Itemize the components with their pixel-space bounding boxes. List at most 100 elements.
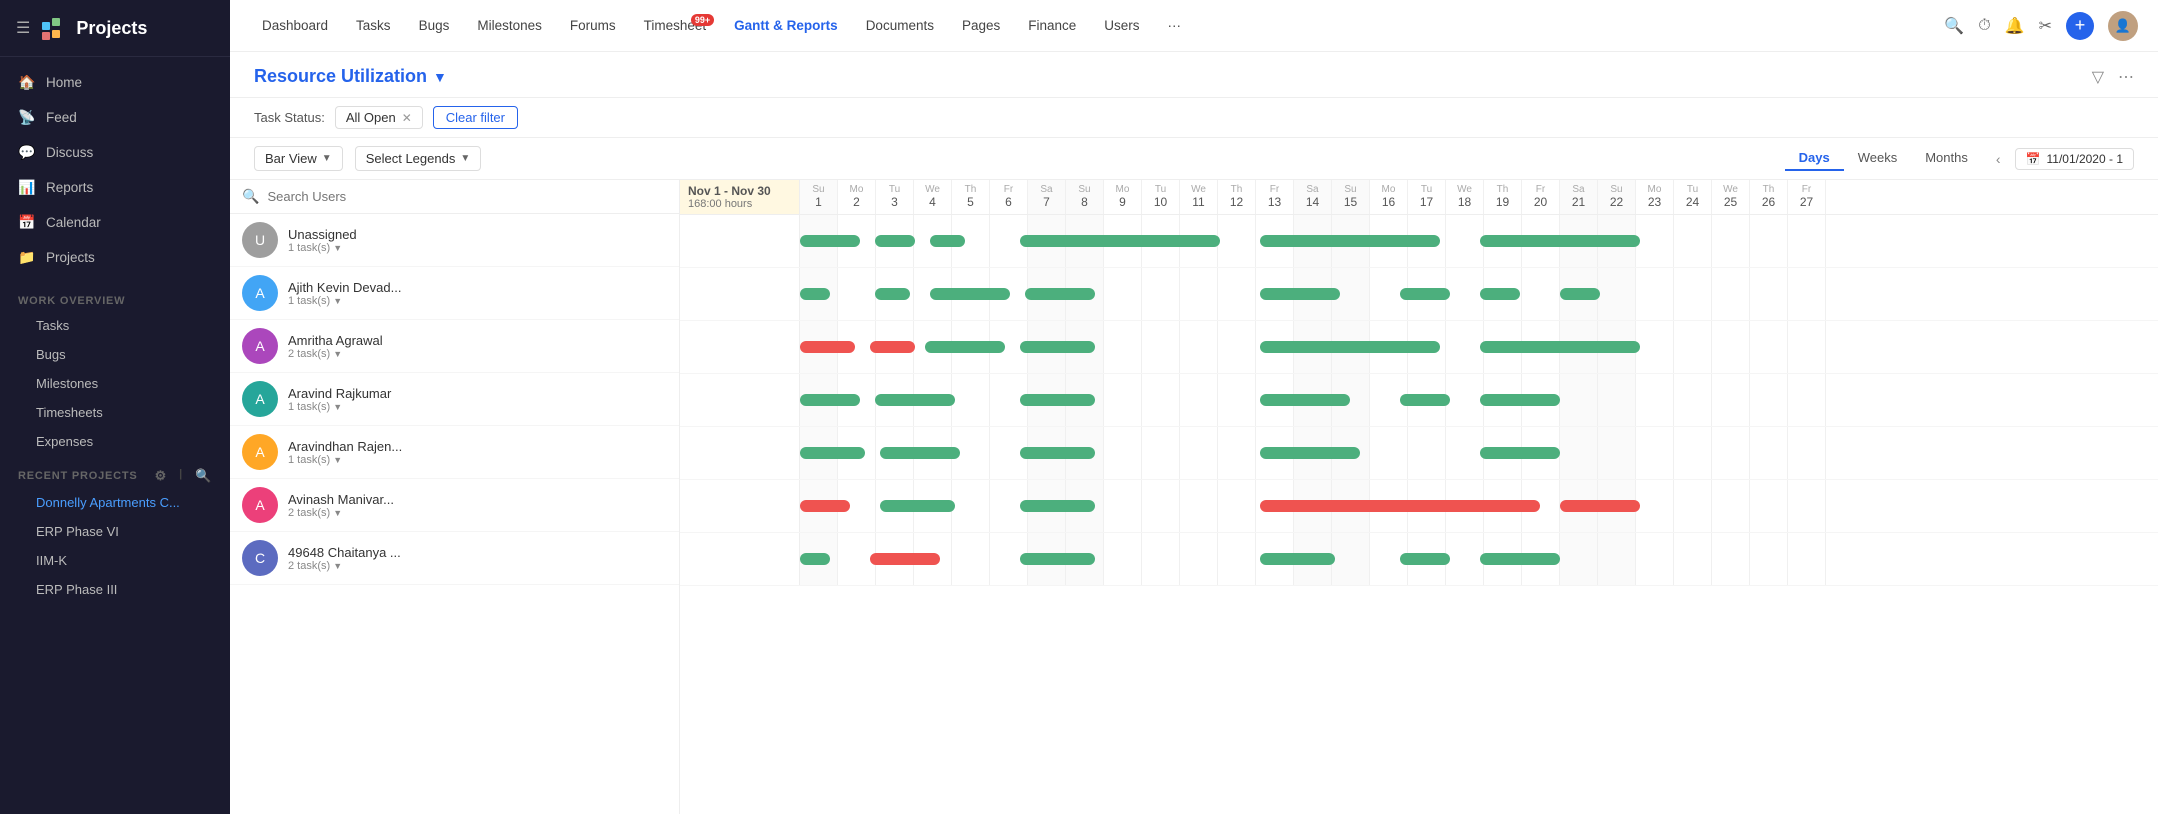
nav-forums[interactable]: Forums [558, 12, 628, 39]
gantt-bar[interactable] [1560, 500, 1640, 512]
hamburger-icon[interactable]: ☰ [16, 18, 30, 38]
gantt-bar[interactable] [800, 288, 830, 300]
gantt-bar[interactable] [1260, 288, 1340, 300]
user-tasks[interactable]: 1 task(s) ▼ [288, 242, 667, 254]
gantt-bar[interactable] [930, 288, 1010, 300]
filter-icon[interactable]: ▽ [2092, 67, 2104, 87]
gantt-bar[interactable] [1020, 553, 1095, 565]
gantt-bar[interactable] [1260, 394, 1350, 406]
filter-tag-close-icon[interactable]: ✕ [402, 111, 412, 125]
gantt-bar[interactable] [1020, 341, 1095, 353]
gantt-bar[interactable] [1020, 500, 1095, 512]
gantt-bar[interactable] [800, 235, 860, 247]
gantt-bar[interactable] [800, 447, 865, 459]
gantt-bar[interactable] [930, 235, 965, 247]
bar-view-button[interactable]: Bar View ▼ [254, 146, 343, 171]
page-title-dropdown-icon[interactable]: ▼ [433, 69, 447, 85]
user-tasks[interactable]: 1 task(s) ▼ [288, 454, 667, 466]
bell-icon[interactable]: 🔔 [2005, 16, 2025, 36]
timer-icon[interactable]: ⏱ [1978, 17, 1990, 35]
sidebar-item-tasks[interactable]: Tasks [0, 311, 230, 340]
cal-cell [1180, 374, 1218, 426]
search-projects-icon[interactable]: 🔍 [195, 468, 212, 484]
gantt-bar[interactable] [880, 447, 960, 459]
select-legends-button[interactable]: Select Legends ▼ [355, 146, 482, 171]
search-users-input[interactable] [267, 189, 667, 204]
nav-bugs[interactable]: Bugs [407, 12, 462, 39]
user-tasks[interactable]: 1 task(s) ▼ [288, 401, 667, 413]
gantt-bar[interactable] [1020, 235, 1220, 247]
gantt-bar[interactable] [870, 553, 940, 565]
gantt-bar[interactable] [800, 394, 860, 406]
add-button[interactable]: + [2066, 12, 2094, 40]
user-avatar[interactable]: 👤 [2108, 11, 2138, 41]
sidebar-item-milestones[interactable]: Milestones [0, 369, 230, 398]
gantt-bar[interactable] [1260, 235, 1440, 247]
gantt-bar[interactable] [1260, 447, 1360, 459]
page-title[interactable]: Resource Utilization [254, 66, 427, 87]
gantt-bar[interactable] [1560, 288, 1600, 300]
nav-tasks[interactable]: Tasks [344, 12, 403, 39]
gantt-bar[interactable] [1480, 553, 1560, 565]
gantt-bar[interactable] [1025, 288, 1095, 300]
gantt-bar[interactable] [875, 394, 955, 406]
tab-weeks[interactable]: Weeks [1844, 146, 1912, 171]
sidebar-item-calendar[interactable]: 📅 Calendar [0, 205, 230, 240]
recent-project-0[interactable]: Donnelly Apartments C... [0, 488, 230, 517]
sidebar-item-expenses[interactable]: Expenses [0, 427, 230, 456]
gantt-bar[interactable] [1400, 288, 1450, 300]
prev-arrow[interactable]: ‹ [1992, 149, 2005, 169]
tab-days[interactable]: Days [1785, 146, 1844, 171]
nav-more[interactable]: ··· [1156, 12, 1194, 39]
nav-pages[interactable]: Pages [950, 12, 1012, 39]
sidebar-item-projects[interactable]: 📁 Projects [0, 240, 230, 275]
sidebar-item-home[interactable]: 🏠 Home [0, 65, 230, 100]
tools-icon[interactable]: ✂ [2039, 16, 2052, 36]
gantt-bar[interactable] [800, 553, 830, 565]
recent-project-1[interactable]: ERP Phase VI [0, 517, 230, 546]
gantt-bar[interactable] [800, 341, 855, 353]
sidebar-item-reports[interactable]: 📊 Reports [0, 170, 230, 205]
gantt-bar[interactable] [800, 500, 850, 512]
clear-filter-button[interactable]: Clear filter [433, 106, 518, 129]
gantt-bar[interactable] [875, 235, 915, 247]
sidebar-item-feed[interactable]: 📡 Feed [0, 100, 230, 135]
gantt-bar[interactable] [1260, 341, 1440, 353]
nav-documents[interactable]: Documents [854, 12, 946, 39]
gantt-bar[interactable] [1480, 447, 1560, 459]
recent-project-2[interactable]: IIM-K [0, 546, 230, 575]
tab-months[interactable]: Months [1911, 146, 1982, 171]
gantt-bar[interactable] [1020, 394, 1095, 406]
user-tasks[interactable]: 2 task(s) ▼ [288, 348, 667, 360]
sidebar-item-bugs[interactable]: Bugs [0, 340, 230, 369]
nav-users[interactable]: Users [1092, 12, 1151, 39]
nav-milestones[interactable]: Milestones [465, 12, 554, 39]
gantt-bar[interactable] [925, 341, 1005, 353]
gantt-bar[interactable] [1480, 341, 1640, 353]
user-tasks[interactable]: 1 task(s) ▼ [288, 295, 667, 307]
gantt-bar[interactable] [1020, 447, 1095, 459]
sidebar-item-timesheets[interactable]: Timesheets [0, 398, 230, 427]
nav-finance[interactable]: Finance [1016, 12, 1088, 39]
sidebar-item-discuss[interactable]: 💬 Discuss [0, 135, 230, 170]
gantt-bar[interactable] [880, 500, 955, 512]
gantt-bar[interactable] [1480, 288, 1520, 300]
gantt-bar[interactable] [1480, 235, 1640, 247]
date-range-button[interactable]: 📅 11/01/2020 - 1 [2015, 148, 2134, 170]
nav-timesheet[interactable]: Timesheet 99+ [632, 12, 719, 39]
gantt-bar[interactable] [1400, 553, 1450, 565]
nav-dashboard[interactable]: Dashboard [250, 12, 340, 39]
filter-icon[interactable]: ⚙ [155, 468, 167, 484]
gantt-bar[interactable] [1260, 500, 1540, 512]
recent-project-3[interactable]: ERP Phase III [0, 575, 230, 604]
gantt-bar[interactable] [875, 288, 910, 300]
user-tasks[interactable]: 2 task(s) ▼ [288, 560, 667, 572]
search-icon[interactable]: 🔍 [1944, 16, 1964, 36]
nav-gantt-reports[interactable]: Gantt & Reports [722, 12, 850, 39]
gantt-bar[interactable] [870, 341, 915, 353]
gantt-bar[interactable] [1480, 394, 1560, 406]
user-tasks[interactable]: 2 task(s) ▼ [288, 507, 667, 519]
gantt-bar[interactable] [1400, 394, 1450, 406]
gantt-bar[interactable] [1260, 553, 1335, 565]
more-options-icon[interactable]: ⋯ [2118, 67, 2134, 87]
